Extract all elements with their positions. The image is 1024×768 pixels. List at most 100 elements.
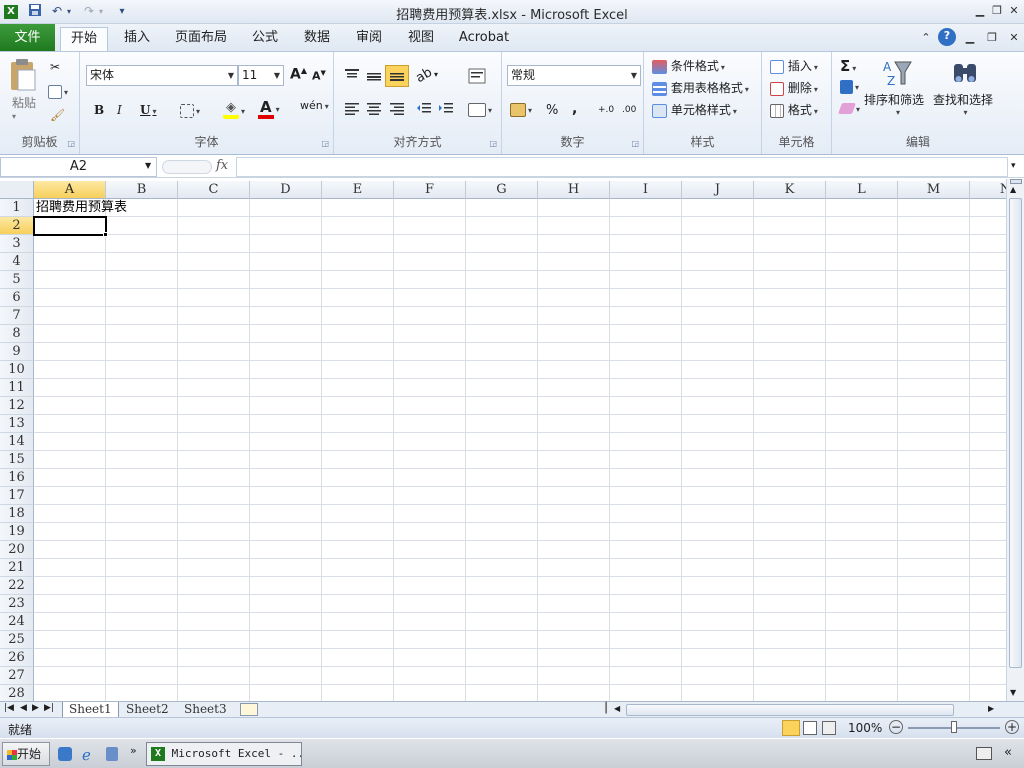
row-header-7[interactable]: 7 bbox=[0, 307, 34, 325]
delete-cells-button[interactable]: 删除 ▾ bbox=[770, 79, 818, 96]
vertical-scrollbar[interactable]: ▲ ▼ bbox=[1006, 179, 1024, 702]
copy-button[interactable]: ▾ bbox=[48, 84, 68, 99]
row-header-12[interactable]: 12 bbox=[0, 397, 34, 415]
cell-styles-button[interactable]: 单元格样式 ▾ bbox=[652, 101, 737, 118]
tab-home[interactable]: 开始 bbox=[60, 27, 108, 52]
font-color-button[interactable]: A ▾ bbox=[258, 100, 280, 119]
sheet-tab-sheet3[interactable]: Sheet3 bbox=[178, 702, 233, 718]
format-cells-button[interactable]: 格式 ▾ bbox=[770, 101, 818, 118]
first-sheet-icon[interactable]: |◀ bbox=[4, 703, 14, 713]
zoom-in-icon[interactable]: + bbox=[1005, 720, 1019, 734]
wrap-text-icon[interactable] bbox=[468, 68, 486, 87]
format-as-table-button[interactable]: 套用表格格式 ▾ bbox=[652, 79, 749, 96]
start-button[interactable]: 开始 bbox=[2, 742, 50, 766]
row-header-27[interactable]: 27 bbox=[0, 667, 34, 685]
tab-page-layout[interactable]: 页面布局 bbox=[168, 27, 234, 51]
show-desktop-icon[interactable] bbox=[58, 747, 72, 761]
tab-review[interactable]: 审阅 bbox=[348, 27, 390, 51]
column-header-f[interactable]: F bbox=[394, 181, 466, 199]
zoom-slider-thumb[interactable] bbox=[951, 721, 957, 733]
column-header-l[interactable]: L bbox=[826, 181, 898, 199]
shrink-font-button[interactable]: A▼ bbox=[312, 69, 326, 83]
name-box[interactable]: A2 bbox=[0, 157, 157, 177]
paste-button[interactable] bbox=[8, 58, 38, 95]
accounting-format-button[interactable]: ▾ bbox=[510, 102, 532, 117]
row-header-4[interactable]: 4 bbox=[0, 253, 34, 271]
grow-font-button[interactable]: A▲ bbox=[290, 66, 307, 83]
row-header-20[interactable]: 20 bbox=[0, 541, 34, 559]
decrease-indent-icon[interactable] bbox=[416, 102, 432, 119]
row-header-10[interactable]: 10 bbox=[0, 361, 34, 379]
italic-button[interactable]: I bbox=[117, 103, 122, 117]
sheet-tab-sheet2[interactable]: Sheet2 bbox=[120, 702, 175, 718]
column-header-a[interactable]: A bbox=[34, 181, 106, 199]
row-header-11[interactable]: 11 bbox=[0, 379, 34, 397]
sheet-tab-sheet1[interactable]: Sheet1 bbox=[62, 702, 119, 718]
row-header-1[interactable]: 1 bbox=[0, 199, 34, 217]
row-header-3[interactable]: 3 bbox=[0, 235, 34, 253]
row-header-13[interactable]: 13 bbox=[0, 415, 34, 433]
prev-sheet-icon[interactable]: ◀ bbox=[20, 703, 27, 713]
number-format-combo[interactable]: 常规 ▼ bbox=[507, 65, 641, 86]
restore-icon[interactable]: ❐ bbox=[989, 3, 1005, 19]
column-header-m[interactable]: M bbox=[898, 181, 970, 199]
row-header-19[interactable]: 19 bbox=[0, 523, 34, 541]
tab-acrobat[interactable]: Acrobat bbox=[452, 27, 516, 51]
page-break-view-icon[interactable] bbox=[822, 721, 836, 735]
increase-decimal-button[interactable]: +.0 bbox=[598, 105, 614, 115]
workbook-minimize-icon[interactable]: ▁ bbox=[962, 30, 978, 46]
column-header-i[interactable]: I bbox=[610, 181, 682, 199]
normal-view-icon[interactable] bbox=[782, 720, 800, 736]
fill-handle[interactable] bbox=[103, 232, 108, 237]
font-size-combo[interactable]: 11 ▼ bbox=[238, 65, 284, 86]
active-cell-a2[interactable] bbox=[33, 216, 107, 236]
workbook-restore-icon[interactable]: ❐ bbox=[984, 30, 1000, 46]
minimize-icon[interactable]: ▁ bbox=[972, 3, 988, 19]
row-header-5[interactable]: 5 bbox=[0, 271, 34, 289]
quick-launch-more-icon[interactable]: » bbox=[130, 744, 137, 757]
expand-formula-bar-icon[interactable]: ▾ bbox=[1011, 161, 1016, 171]
worksheet-grid[interactable]: ABCDEFGHIJKLMN 1 2 3 4 5 6 7 8 9 10 11 12 13 14 15 16 17… bbox=[0, 181, 1006, 702]
name-box-dropdown-icon[interactable]: ▼ bbox=[145, 161, 151, 170]
font-launcher-icon[interactable]: ◲ bbox=[321, 139, 329, 148]
number-launcher-icon[interactable]: ◲ bbox=[631, 139, 639, 148]
sort-filter-button[interactable]: AZ 排序和筛选 ▾ bbox=[864, 58, 924, 117]
row-header-28[interactable]: 28 bbox=[0, 685, 34, 702]
taskbar-excel-window[interactable]: X Microsoft Excel - ... bbox=[146, 742, 302, 766]
cell-area[interactable] bbox=[34, 199, 1006, 702]
cell-a1[interactable]: 招聘费用预算表 bbox=[36, 199, 127, 217]
row-header-8[interactable]: 8 bbox=[0, 325, 34, 343]
next-sheet-icon[interactable]: ▶ bbox=[32, 703, 39, 713]
tab-insert[interactable]: 插入 bbox=[116, 27, 158, 51]
find-select-button[interactable]: 查找和选择 ▾ bbox=[933, 58, 993, 117]
workbook-close-icon[interactable]: ✕ bbox=[1006, 30, 1022, 46]
increase-indent-icon[interactable] bbox=[438, 102, 454, 119]
scroll-right-icon[interactable]: ▶ bbox=[988, 704, 994, 713]
expand-tray-icon[interactable]: « bbox=[1004, 745, 1012, 760]
row-header-2[interactable]: 2 bbox=[0, 217, 34, 235]
font-name-combo[interactable]: 宋体 ▼ bbox=[86, 65, 238, 86]
merge-center-button[interactable]: ▾ bbox=[468, 102, 492, 117]
tab-data[interactable]: 数据 bbox=[296, 27, 338, 51]
last-sheet-icon[interactable]: ▶| bbox=[44, 703, 54, 713]
align-bottom-icon[interactable] bbox=[385, 65, 409, 87]
collapse-ribbon-icon[interactable]: ⌃ bbox=[918, 30, 934, 46]
orientation-icon[interactable]: ab bbox=[413, 65, 435, 86]
comma-button[interactable]: , bbox=[572, 101, 577, 117]
row-header-14[interactable]: 14 bbox=[0, 433, 34, 451]
column-header-e[interactable]: E bbox=[322, 181, 394, 199]
autosum-button[interactable]: Σ ▾ bbox=[840, 57, 856, 75]
row-header-24[interactable]: 24 bbox=[0, 613, 34, 631]
align-middle-icon[interactable] bbox=[366, 70, 382, 85]
align-right-icon[interactable] bbox=[389, 102, 405, 119]
row-header-22[interactable]: 22 bbox=[0, 577, 34, 595]
cut-icon[interactable]: ✂ bbox=[50, 60, 60, 74]
scroll-left-icon[interactable]: ◀ bbox=[614, 704, 620, 713]
column-header-b[interactable]: B bbox=[106, 181, 178, 199]
tab-formulas[interactable]: 公式 bbox=[244, 27, 286, 51]
paste-label[interactable]: 粘贴 bbox=[12, 94, 36, 111]
close-icon[interactable]: ✕ bbox=[1006, 3, 1022, 19]
vertical-scroll-thumb[interactable] bbox=[1009, 198, 1022, 668]
paste-dropdown-icon[interactable]: ▾ bbox=[12, 112, 16, 121]
scroll-up-icon[interactable]: ▲ bbox=[1010, 185, 1016, 194]
